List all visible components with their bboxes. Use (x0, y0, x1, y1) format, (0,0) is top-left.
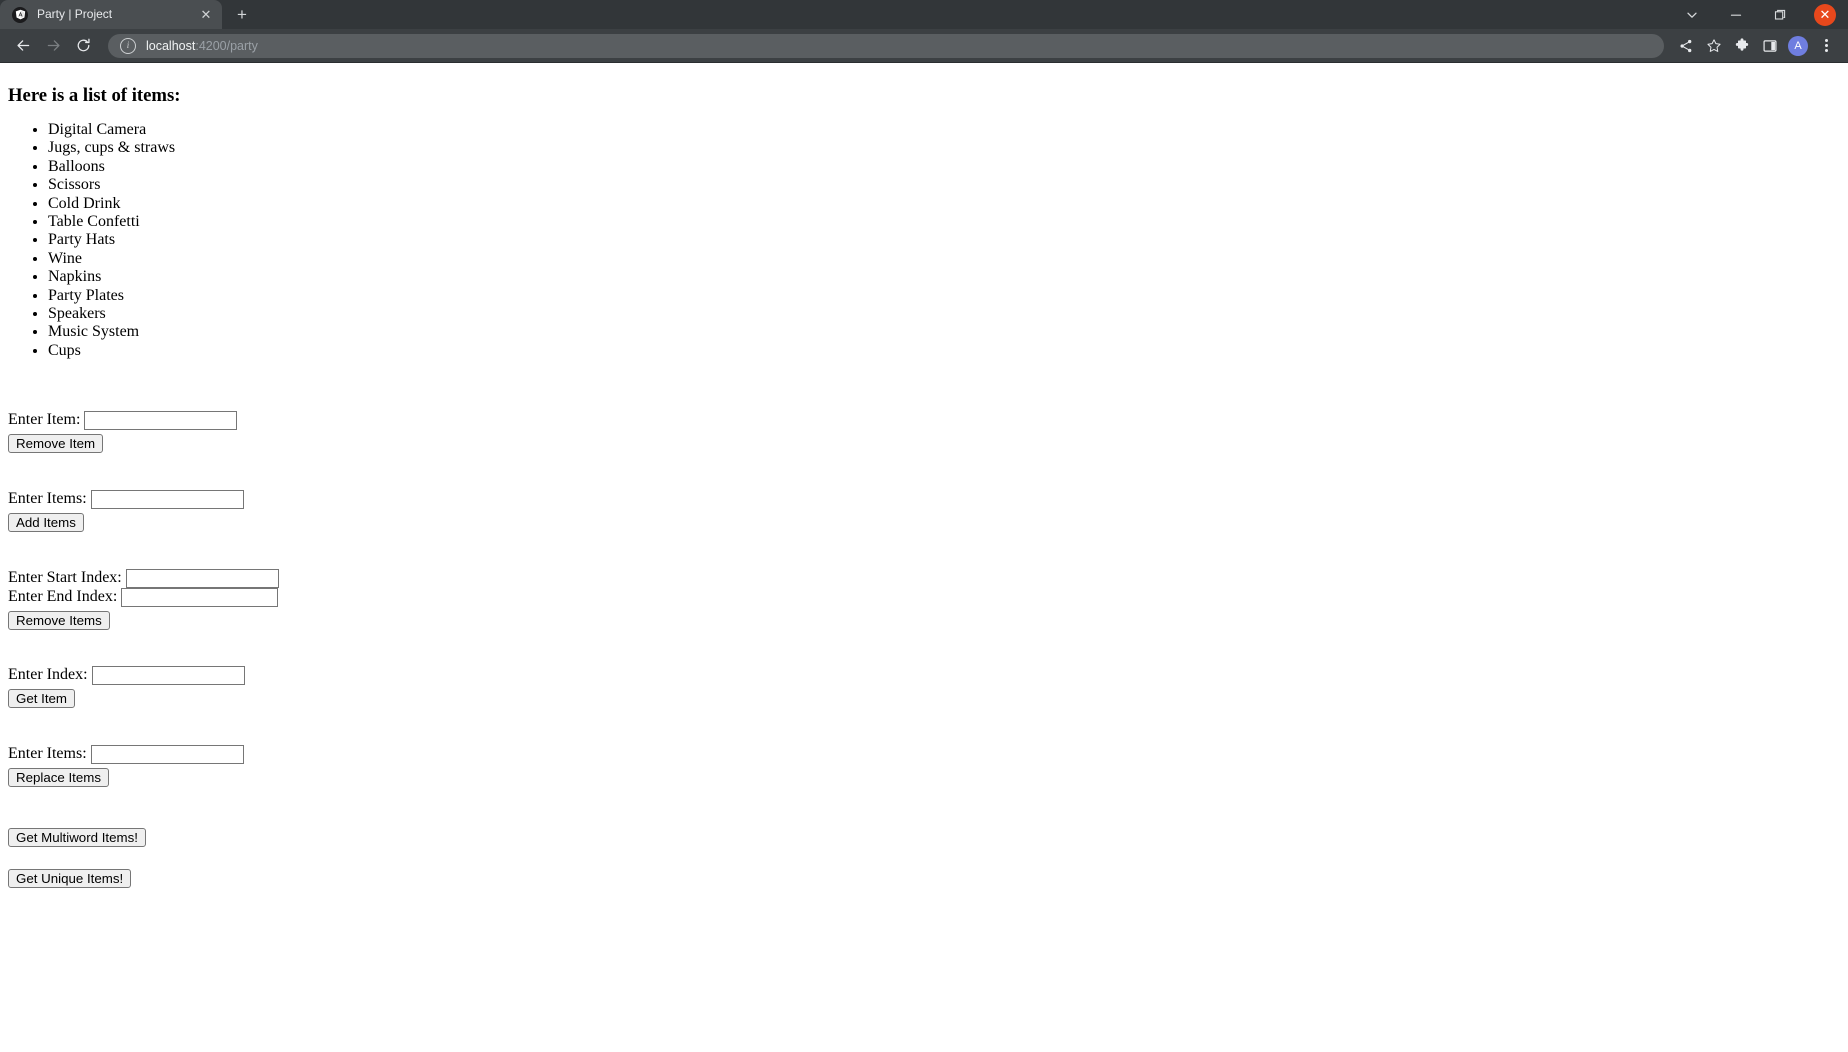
list-item: Jugs, cups & straws (48, 139, 1840, 157)
enter-items-label: Enter Items: (8, 490, 87, 508)
back-button[interactable] (8, 31, 38, 61)
list-item: Balloons (48, 158, 1840, 176)
get-unique-items-button[interactable]: Get Unique Items! (8, 869, 132, 889)
enter-index-label: Enter Index: (8, 666, 88, 684)
tab-search-chevron-icon[interactable] (1670, 0, 1714, 29)
get-item-button[interactable]: Get Item (8, 689, 75, 709)
tab-close-icon[interactable]: ✕ (198, 7, 214, 23)
get-item-button-row: Get Item (8, 689, 1840, 709)
tab-strip: Party | Project ✕ + ✕ (0, 0, 1848, 29)
bookmark-star-icon[interactable] (1700, 32, 1728, 60)
maximize-restore-button[interactable] (1758, 0, 1802, 29)
unique-button-row: Get Unique Items! (8, 869, 1840, 889)
list-item: Party Plates (48, 287, 1840, 305)
angular-favicon-icon (12, 6, 28, 23)
multiword-button-row: Get Multiword Items! (8, 828, 1840, 848)
enter-index-input[interactable] (91, 666, 245, 686)
chrome-menu-icon[interactable] (1812, 32, 1840, 60)
get-multiword-items-button[interactable]: Get Multiword Items! (8, 828, 146, 848)
remove-range-button-row: Remove Items (8, 610, 1840, 630)
replace-items-row: Enter Items: (8, 745, 1840, 765)
url-path: :4200/party (195, 38, 258, 53)
remove-items-button[interactable]: Remove Items (8, 610, 110, 630)
new-tab-button[interactable]: + (228, 0, 256, 28)
start-index-label: Enter Start Index: (8, 568, 122, 586)
forward-button[interactable] (38, 31, 68, 61)
share-icon[interactable] (1672, 32, 1700, 60)
add-items-row: Enter Items: (8, 489, 1840, 509)
multiword-form: Get Multiword Items! (8, 828, 1840, 848)
add-items-button-row: Add Items (8, 512, 1840, 532)
window-controls: ✕ (1670, 0, 1848, 29)
add-items-form: Enter Items: Add Items (8, 489, 1840, 532)
url-host: localhost (146, 38, 196, 53)
profile-avatar[interactable]: A (1784, 32, 1812, 60)
add-items-button[interactable]: Add Items (8, 512, 84, 532)
avatar-initial: A (1788, 35, 1808, 56)
page-title: Here is a list of items: (8, 85, 181, 106)
extensions-puzzle-icon[interactable] (1728, 32, 1756, 60)
replace-items-button[interactable]: Replace Items (8, 768, 109, 788)
side-panel-icon[interactable] (1756, 32, 1784, 60)
page-viewport: Here is a list of items: Digital Camera … (0, 63, 1848, 1052)
list-item: Music System (48, 323, 1840, 341)
items-list: Digital Camera Jugs, cups & straws Ballo… (8, 121, 1840, 360)
enter-item-input[interactable] (84, 411, 238, 431)
replace-items-button-row: Replace Items (8, 768, 1840, 788)
list-item: Napkins (48, 268, 1840, 286)
start-index-row: Enter Start Index: (8, 568, 1840, 588)
kebab-dots (1824, 39, 1828, 52)
list-item: Wine (48, 250, 1840, 268)
list-item: Table Confetti (48, 213, 1840, 231)
list-item: Speakers (48, 305, 1840, 323)
address-bar[interactable]: i localhost:4200/party (108, 33, 1664, 58)
party-page: Here is a list of items: Digital Camera … (0, 63, 1848, 896)
remove-range-form: Enter Start Index: Enter End Index: Remo… (8, 568, 1840, 630)
browser-tab-party-project[interactable]: Party | Project ✕ (0, 0, 222, 29)
reload-button[interactable] (68, 31, 98, 61)
replace-items-label: Enter Items: (8, 745, 87, 763)
list-item: Cold Drink (48, 195, 1840, 213)
get-item-row: Enter Index: (8, 666, 1840, 686)
end-index-label: Enter End Index: (8, 587, 118, 605)
unique-form: Get Unique Items! (8, 869, 1840, 889)
remove-item-button-row: Remove Item (8, 434, 1840, 454)
get-item-form: Enter Index: Get Item (8, 666, 1840, 709)
list-item: Party Hats (48, 231, 1840, 249)
end-index-input[interactable] (121, 587, 279, 607)
list-item: Scissors (48, 176, 1840, 194)
remove-item-button[interactable]: Remove Item (8, 434, 104, 454)
close-icon: ✕ (1814, 3, 1836, 26)
start-index-input[interactable] (125, 568, 279, 588)
browser-toolbar: i localhost:4200/party A (0, 29, 1848, 63)
remove-item-row: Enter Item: (8, 411, 1840, 431)
url-text: localhost:4200/party (146, 39, 258, 53)
browser-window: Party | Project ✕ + ✕ i localhost:4200/p… (0, 0, 1848, 1052)
replace-items-form: Enter Items: Replace Items (8, 745, 1840, 788)
end-index-row: Enter End Index: (8, 587, 1840, 607)
list-item: Cups (48, 342, 1840, 360)
remove-item-form: Enter Item: Remove Item (8, 411, 1840, 454)
tab-title: Party | Project (37, 7, 113, 21)
add-items-input[interactable] (90, 489, 244, 509)
replace-items-input[interactable] (90, 745, 244, 765)
close-window-button[interactable]: ✕ (1802, 0, 1848, 29)
enter-item-label: Enter Item: (8, 411, 81, 429)
minimize-button[interactable] (1714, 0, 1758, 29)
site-info-icon[interactable]: i (120, 37, 136, 54)
list-item: Digital Camera (48, 121, 1840, 139)
